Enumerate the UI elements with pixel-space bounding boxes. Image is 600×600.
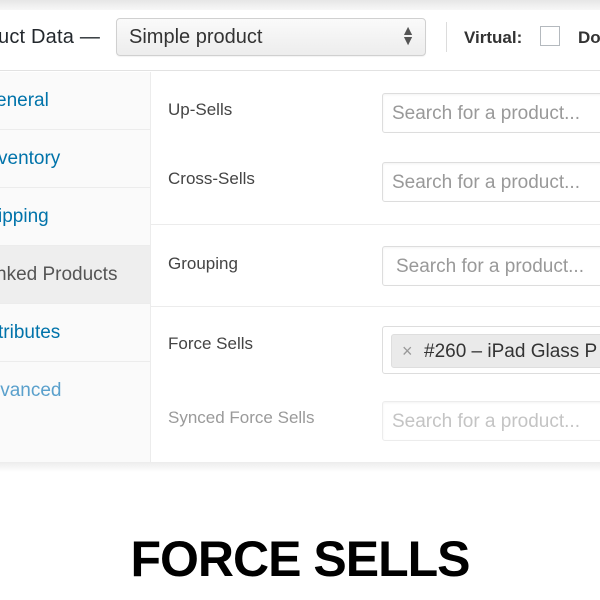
tab-shipping[interactable]: ipping <box>0 188 150 246</box>
force-sells-input[interactable]: × #260 – iPad Glass P <box>382 326 600 374</box>
tab-attributes-label: tributes <box>0 322 61 343</box>
upsells-label: Up-Sells <box>168 100 233 119</box>
up-down-arrows-icon: ▲ ▼ <box>401 22 415 48</box>
tab-advanced[interactable]: lvanced <box>0 362 150 420</box>
virtual-checkbox[interactable] <box>540 26 560 46</box>
caption-title: FORCE SELLS <box>130 531 470 587</box>
close-icon[interactable]: × <box>402 341 413 362</box>
grouping-label: Grouping <box>168 254 238 273</box>
force-sells-label: Force Sells <box>168 334 254 353</box>
top-shadow <box>0 0 600 10</box>
tab-attributes[interactable]: tributes <box>0 304 150 362</box>
product-data-title: uct Data — <box>0 26 101 48</box>
force-sells-token: × #260 – iPad Glass P <box>391 334 600 368</box>
header-divider <box>446 22 447 52</box>
tab-advanced-label: lvanced <box>0 380 62 401</box>
section-divider <box>151 224 600 225</box>
tab-inventory[interactable]: ventory <box>0 130 150 188</box>
downloadable-label: Do <box>578 28 600 47</box>
linked-products-panel: Up-Sells Search for a product... Cross-S… <box>151 72 600 462</box>
product-type-value: Simple product <box>129 26 263 48</box>
section-divider <box>151 306 600 307</box>
tab-linked-products[interactable]: nked Products <box>0 246 150 304</box>
crosssells-placeholder: Search for a product... <box>392 172 580 193</box>
synced-force-sells-placeholder: Search for a product... <box>392 411 580 432</box>
screenshot-canvas: uct Data — Simple product ▲ ▼ Virtual: Do… <box>0 0 600 600</box>
tab-shipping-label: ipping <box>0 206 49 227</box>
crosssells-search-input[interactable]: Search for a product... <box>382 162 600 202</box>
crosssells-label: Cross-Sells <box>168 169 255 188</box>
tab-inventory-label: ventory <box>0 148 61 169</box>
synced-force-sells-search-input[interactable]: Search for a product... <box>382 401 600 441</box>
tab-linked-products-label: nked Products <box>0 264 118 285</box>
product-type-select[interactable]: Simple product ▲ ▼ <box>116 18 426 56</box>
box-bottom-shadow <box>0 462 600 472</box>
force-sells-token-text: #260 – iPad Glass P <box>424 341 598 362</box>
product-data-tabs: eneral ventory ipping nked Products trib… <box>0 72 151 462</box>
upsells-placeholder: Search for a product... <box>392 103 580 124</box>
product-data-header: uct Data — Simple product ▲ ▼ Virtual: Do <box>0 10 600 71</box>
upsells-search-input[interactable]: Search for a product... <box>382 93 600 133</box>
grouping-search-input[interactable]: Search for a product... <box>382 246 600 286</box>
tab-general[interactable]: eneral <box>0 72 150 130</box>
tab-general-label: eneral <box>0 90 49 111</box>
grouping-placeholder: Search for a product... <box>396 256 584 277</box>
synced-force-sells-label: Synced Force Sells <box>168 408 315 427</box>
virtual-label: Virtual: <box>464 28 523 47</box>
